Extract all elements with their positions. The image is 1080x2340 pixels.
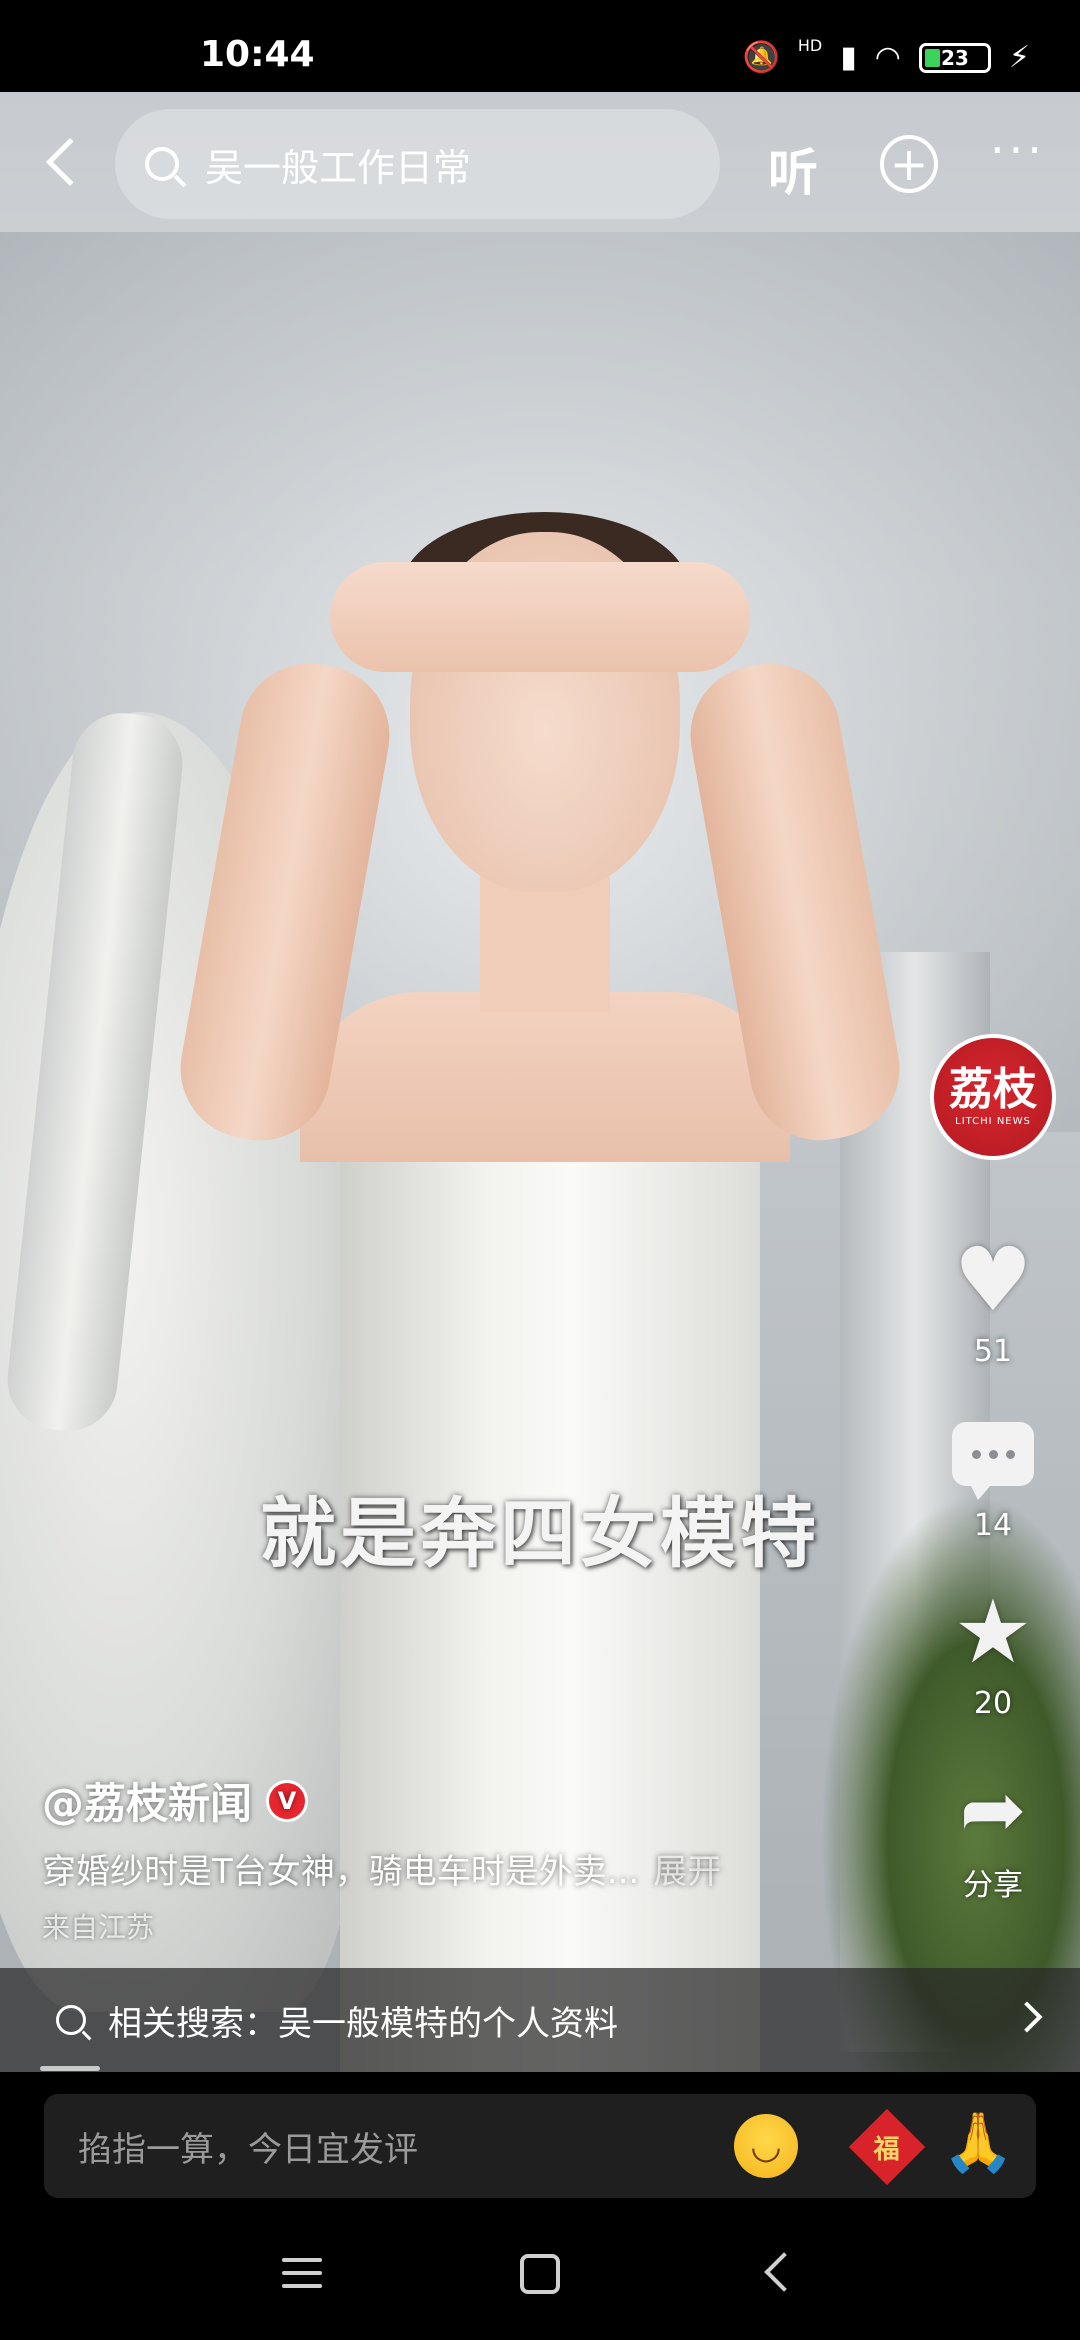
status-bar: 10:44 🔕 HD ▮ ◠ 23 ⚡ xyxy=(0,0,1080,92)
related-search-bar[interactable]: 相关搜索：吴一般模特的个人资料 xyxy=(0,1968,1080,2072)
signal-icon: ▮ xyxy=(840,40,857,75)
related-search-text: 相关搜索：吴一般模特的个人资料 xyxy=(108,2003,618,2044)
post-location: 来自江苏 xyxy=(42,1911,155,1944)
search-box[interactable]: 吴一般工作日常 xyxy=(115,109,720,219)
network-label: HD xyxy=(797,36,823,55)
battery-level: 23 xyxy=(941,45,969,70)
status-time: 10:44 xyxy=(200,34,315,75)
post-description[interactable]: 穿婚纱时是T台女神，骑电车时是外卖... 展开 xyxy=(42,1844,721,1893)
video-subject xyxy=(169,472,911,2072)
share-label: 分享 xyxy=(963,1868,1023,1903)
status-icons: 🔕 HD ▮ ◠ 23 ⚡ xyxy=(742,36,1031,75)
top-bar: 吴一般工作日常 听 + ··· xyxy=(0,105,1080,225)
fu-emoji-label: 福 xyxy=(873,2134,901,2165)
listen-button[interactable]: 听 xyxy=(768,133,818,205)
avatar-logo-text: 荔枝 xyxy=(949,1063,1037,1115)
battery-icon: 23 xyxy=(918,42,991,73)
comment-count: 14 xyxy=(973,1508,1013,1543)
description-text: 穿婚纱时是T台女神，骑电车时是外卖... xyxy=(42,1852,640,1892)
search-icon xyxy=(56,2005,86,2035)
heart-icon: ♥ xyxy=(953,1228,1033,1331)
author-name[interactable]: @荔枝新闻 V xyxy=(42,1770,309,1831)
home-icon[interactable] xyxy=(520,2254,560,2294)
comment-placeholder: 掐指一算，今日宜发评 xyxy=(78,2129,418,2170)
wifi-icon: ◠ xyxy=(874,40,901,75)
back-chevron-icon xyxy=(45,137,95,187)
search-query: 吴一般工作日常 xyxy=(205,145,472,190)
pray-emoji-icon[interactable]: 🙏 xyxy=(942,2108,1014,2177)
like-count: 51 xyxy=(973,1334,1013,1369)
system-nav-bar xyxy=(0,2198,1080,2340)
charging-icon: ⚡ xyxy=(1008,40,1030,75)
comment-input[interactable]: 掐指一算，今日宜发评 ◡ 福 🙏 xyxy=(44,2094,1036,2198)
share-arrow-icon: ➦ xyxy=(959,1763,1027,1856)
like-button[interactable]: ♥ 51 xyxy=(940,1228,1046,1370)
search-icon xyxy=(145,147,179,181)
back-button[interactable] xyxy=(28,127,98,197)
verified-badge: V xyxy=(266,1779,309,1822)
more-button[interactable]: ··· xyxy=(990,123,1046,177)
comment-button[interactable]: 14 xyxy=(940,1410,1046,1543)
comment-bubble-icon xyxy=(952,1422,1034,1500)
chevron-right-icon xyxy=(1011,2001,1043,2033)
subject-hands xyxy=(330,562,750,672)
author-avatar[interactable]: 荔枝 LITCHI NEWS xyxy=(930,1034,1056,1160)
menu-icon[interactable] xyxy=(282,2258,322,2297)
share-button[interactable]: ➦ 分享 xyxy=(940,1770,1046,1904)
star-icon: ★ xyxy=(953,1580,1033,1683)
favorite-count: 20 xyxy=(973,1686,1013,1721)
author-handle: @荔枝新闻 xyxy=(42,1779,253,1828)
favorite-button[interactable]: ★ 20 xyxy=(940,1580,1046,1722)
laugh-emoji-icon[interactable]: ◡ xyxy=(734,2114,798,2178)
video-subtitle: 就是奔四女模特 xyxy=(260,1489,820,1578)
subject-hands-layer xyxy=(210,562,870,1082)
back-icon[interactable] xyxy=(764,2252,804,2292)
add-button[interactable]: + xyxy=(880,135,938,193)
fu-emoji-icon[interactable]: 福 xyxy=(848,2108,926,2186)
avatar-logo-subtext: LITCHI NEWS xyxy=(955,1115,1031,1127)
expand-link[interactable]: 展开 xyxy=(653,1852,721,1892)
video-progress[interactable] xyxy=(40,2066,100,2071)
mute-icon: 🔕 xyxy=(742,40,780,75)
